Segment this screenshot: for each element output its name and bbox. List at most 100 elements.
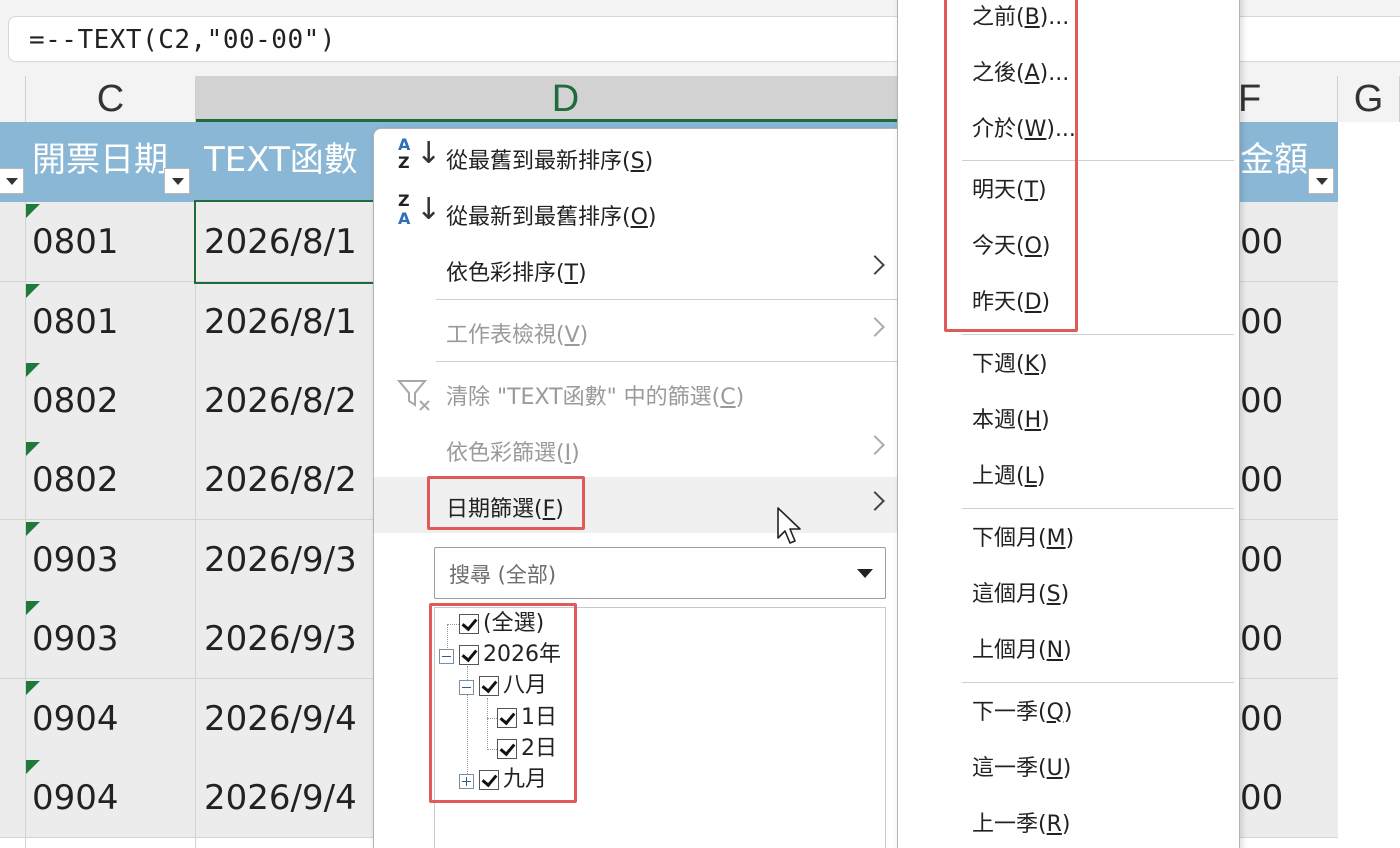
cell-c[interactable]: 0904	[32, 679, 119, 758]
menu-label-end: )	[647, 205, 657, 230]
cell-c[interactable]: 0904	[32, 758, 119, 837]
tree-line	[487, 698, 488, 750]
cell-f[interactable]: 00	[1240, 599, 1283, 678]
tree-item-month[interactable]: 九月	[459, 766, 579, 794]
cell-d[interactable]: 2026/9/4	[204, 679, 357, 758]
cell-c[interactable]: 0802	[32, 440, 119, 519]
tree-item-label: 1日	[521, 705, 557, 730]
chevron-down-icon[interactable]	[857, 569, 873, 578]
submenu-item-last-quarter[interactable]: 上一季(R)	[972, 810, 1070, 840]
sort-descending-icon: Z A ↓	[398, 191, 442, 228]
accel-key: O	[630, 205, 648, 230]
submenu-label: 本週(	[972, 408, 1025, 433]
submenu-label-end: )	[1039, 352, 1048, 377]
cell-d[interactable]: 2026/9/3	[204, 599, 357, 678]
accel-key: T	[1024, 178, 1039, 203]
cell-c[interactable]: 0802	[32, 361, 119, 440]
submenu-label-end: )...	[1039, 5, 1070, 30]
menu-item-filter-by-color[interactable]: 依色彩篩選(I)	[374, 421, 898, 477]
column-header-b[interactable]	[0, 76, 26, 122]
cell-f[interactable]: 00	[1240, 440, 1283, 519]
tree-item-day[interactable]: 2日	[497, 735, 577, 763]
cell-d[interactable]: 2026/8/1	[204, 282, 357, 361]
submenu-item-yesterday[interactable]: 昨天(D)	[972, 288, 1050, 318]
cell-d[interactable]: 2026/9/4	[204, 758, 357, 837]
submenu-label-end: )...	[1039, 61, 1070, 86]
accel-key: K	[1024, 352, 1040, 377]
menu-item-sort-by-color[interactable]: 依色彩排序(T)	[374, 241, 898, 297]
submenu-label: 下個月(	[972, 526, 1047, 551]
menu-item-sort-desc[interactable]: Z A ↓ 從最新到最舊排序(O)	[374, 185, 898, 241]
gridline	[195, 202, 196, 848]
submenu-item-this-month[interactable]: 這個月(S)	[972, 580, 1069, 610]
column-header-g[interactable]: G	[1338, 76, 1400, 122]
checkbox-checked[interactable]	[479, 770, 499, 790]
cell-f[interactable]: 00	[1240, 758, 1283, 837]
cell-d[interactable]: 2026/8/2	[204, 440, 357, 519]
filter-search-box[interactable]: 搜尋 (全部)	[434, 547, 886, 599]
submenu-item-next-quarter[interactable]: 下一季(Q)	[972, 698, 1073, 728]
menu-label: 清除 "TEXT函數" 中的篩選(	[446, 385, 721, 410]
cell-c[interactable]: 0801	[32, 202, 119, 281]
checkbox-checked[interactable]	[479, 676, 499, 696]
submenu-item-tomorrow[interactable]: 明天(T)	[972, 176, 1047, 206]
cell-c[interactable]: 0903	[32, 599, 119, 678]
expand-icon[interactable]	[459, 774, 474, 789]
checkbox-checked[interactable]	[459, 614, 479, 634]
submenu-item-after[interactable]: 之後(A)...	[972, 59, 1069, 89]
menu-item-sort-asc[interactable]: A Z ↓ 從最舊到最新排序(S)	[374, 129, 898, 185]
menu-item-sheet-view[interactable]: 工作表檢視(V)	[374, 303, 898, 359]
tree-item-day[interactable]: 1日	[497, 704, 577, 732]
menu-separator	[436, 361, 898, 362]
submenu-item-this-week[interactable]: 本週(H)	[972, 406, 1050, 436]
submenu-item-before[interactable]: 之前(B)...	[972, 3, 1069, 33]
submenu-label: 介於(	[972, 117, 1025, 142]
submenu-item-this-quarter[interactable]: 這一季(U)	[972, 754, 1071, 784]
tree-item-month[interactable]: 八月	[459, 672, 579, 700]
submenu-item-next-week[interactable]: 下週(K)	[972, 350, 1048, 380]
collapse-icon[interactable]	[439, 649, 454, 664]
menu-separator	[962, 160, 1234, 161]
checkbox-checked[interactable]	[459, 645, 479, 665]
search-placeholder: 搜尋 (全部)	[449, 563, 557, 587]
accel-key: H	[1024, 408, 1042, 433]
filter-dropdown-f[interactable]	[1308, 168, 1334, 194]
cell-f[interactable]: 00	[1240, 520, 1283, 599]
cell-d[interactable]: 2026/8/2	[204, 361, 357, 440]
cell-c[interactable]: 0903	[32, 520, 119, 599]
collapse-icon[interactable]	[459, 680, 474, 695]
accel-key: R	[1046, 812, 1062, 837]
tree-line	[487, 749, 497, 750]
menu-label: 從最舊到最新排序(	[446, 149, 631, 174]
cell-f[interactable]: 00	[1240, 361, 1283, 440]
accel-key: U	[1046, 756, 1063, 781]
cell-f[interactable]: 00	[1240, 282, 1283, 361]
submenu-item-today[interactable]: 今天(O)	[972, 232, 1051, 262]
column-header-d[interactable]: D	[196, 76, 936, 122]
submenu-item-last-week[interactable]: 上週(L)	[972, 462, 1045, 492]
active-cell-border	[194, 200, 380, 284]
gridline	[25, 202, 26, 848]
submenu-item-next-month[interactable]: 下個月(M)	[972, 524, 1074, 554]
cell-d[interactable]: 2026/9/3	[204, 520, 357, 599]
menu-item-date-filter[interactable]: 日期篩選(F)	[374, 477, 898, 533]
cell-f[interactable]: 00	[1240, 202, 1283, 281]
submenu-label: 下週(	[972, 352, 1025, 377]
checkbox-checked[interactable]	[497, 739, 517, 759]
tree-item-select-all[interactable]: (全選)	[459, 610, 579, 638]
column-header-c[interactable]: C	[26, 76, 196, 122]
checkbox-checked[interactable]	[497, 708, 517, 728]
tree-item-year[interactable]: 2026年	[439, 641, 579, 669]
submenu-item-between[interactable]: 介於(W)...	[972, 115, 1076, 145]
cell-c[interactable]: 0801	[32, 282, 119, 361]
menu-item-clear-filter[interactable]: 清除 "TEXT函數" 中的篩選(C)	[374, 365, 898, 421]
cell-f[interactable]: 00	[1240, 679, 1283, 758]
header-cell-c[interactable]: 開票日期	[32, 122, 182, 202]
submenu-item-last-month[interactable]: 上個月(N)	[972, 636, 1072, 666]
column-g-area[interactable]	[1338, 122, 1400, 848]
filter-dropdown-b[interactable]	[0, 168, 24, 194]
accel-key: Q	[1046, 700, 1064, 725]
filter-dropdown-c[interactable]	[164, 168, 190, 194]
formula-text[interactable]: =--TEXT(C2,"00-00")	[29, 25, 336, 55]
header-cell-d[interactable]: TEXT函數	[204, 122, 374, 202]
